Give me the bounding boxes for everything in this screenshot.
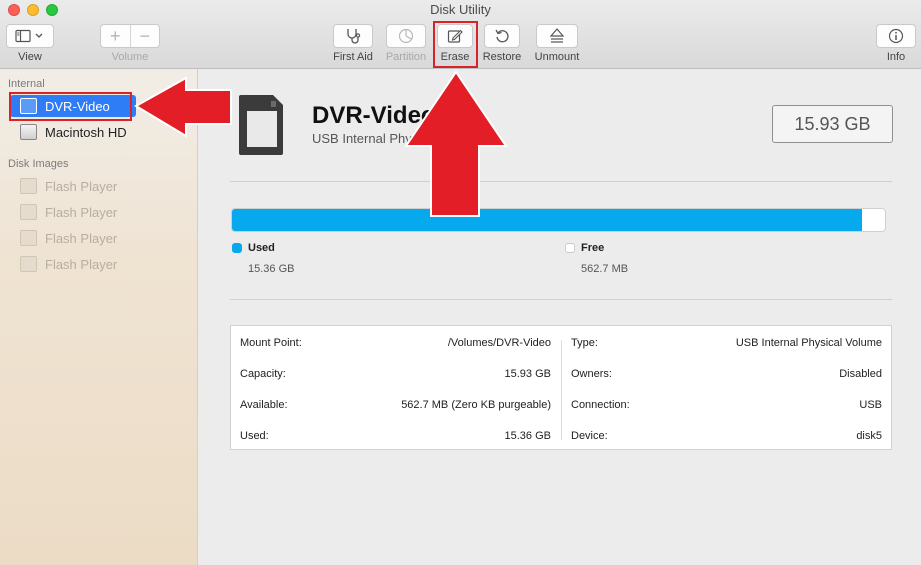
info-row-available: Available: 562.7 MB (Zero KB purgeable): [240, 398, 551, 411]
info-row-connection: Connection: USB: [571, 398, 882, 411]
disk-image-icon: [20, 256, 37, 272]
view-label: View: [18, 51, 42, 63]
stethoscope-icon: [347, 29, 361, 44]
disk-image-icon: [20, 178, 37, 194]
info-row-capacity: Capacity: 15.93 GB: [240, 367, 551, 380]
disk-image-icon: [20, 204, 37, 220]
info-label: Info: [886, 51, 906, 63]
restore-button[interactable]: [484, 24, 520, 48]
unmount-button[interactable]: [536, 24, 578, 48]
info-button[interactable]: [876, 24, 916, 48]
info-row-used: Used: 15.36 GB: [240, 429, 551, 442]
first-aid-button[interactable]: [333, 24, 373, 48]
sidebar-item-flash-player[interactable]: Flash Player: [10, 175, 196, 197]
volume-segmented-control: + −: [100, 24, 160, 48]
add-volume-button[interactable]: +: [101, 25, 130, 47]
partition-label: Partition: [385, 51, 427, 63]
partition-pie-icon: [398, 28, 414, 44]
divider: [230, 299, 892, 300]
partition-button[interactable]: [386, 24, 426, 48]
sidebar-item-label: Flash Player: [45, 178, 118, 194]
used-value: 15.36 GB: [248, 263, 295, 275]
sidebar-item-label: Macintosh HD: [45, 124, 127, 140]
unmount-label: Unmount: [534, 51, 580, 63]
erase-highlight-box: [433, 21, 478, 68]
sd-card-icon: [239, 95, 283, 155]
usage-bar-used-fill: [232, 209, 863, 231]
view-button[interactable]: [6, 24, 54, 48]
sidebar-item-flash-player[interactable]: Flash Player: [10, 201, 196, 223]
sidebar-section-disk-images: Disk Images: [8, 158, 69, 170]
restore-label: Restore: [482, 51, 522, 63]
sidebar: Internal DVR-Video Macintosh HD Disk Ima…: [0, 69, 198, 565]
divider: [230, 181, 892, 182]
sidebar-section-internal: Internal: [8, 78, 45, 90]
info-row-mount-point: Mount Point: /Volumes/DVR-Video: [240, 336, 551, 349]
first-aid-label: First Aid: [333, 51, 373, 63]
disk-info-table: Mount Point: /Volumes/DVR-Video Capacity…: [230, 325, 892, 450]
info-row-device: Device: disk5: [571, 429, 882, 442]
restore-icon: [495, 29, 509, 43]
sidebar-item-label: Flash Player: [45, 204, 118, 220]
disk-drive-icon: [20, 124, 37, 140]
left-pointing-arrow: [134, 76, 232, 138]
disk-image-icon: [20, 230, 37, 246]
sidebar-item-flash-player[interactable]: Flash Player: [10, 253, 196, 275]
column-divider: [561, 340, 562, 440]
free-legend-label: Free: [581, 242, 605, 254]
free-legend-dot: [565, 243, 575, 253]
info-icon: [888, 28, 904, 44]
up-pointing-arrow: [404, 70, 508, 217]
sidebar-icon: [15, 29, 43, 43]
remove-volume-button[interactable]: −: [131, 25, 160, 47]
disk-detail-panel: DVR-Video USB Internal Phy 15.93 GB Used…: [199, 69, 921, 565]
eject-icon: [550, 28, 564, 43]
used-legend-dot: [232, 243, 242, 253]
free-value: 562.7 MB: [581, 263, 629, 275]
selected-disk-highlight-box: [9, 92, 132, 121]
info-row-owners: Owners: Disabled: [571, 367, 882, 380]
info-row-type: Type: USB Internal Physical Volume: [571, 336, 882, 349]
sidebar-item-label: Flash Player: [45, 256, 118, 272]
used-legend-label: Used: [248, 242, 275, 254]
usage-bar: [231, 208, 886, 232]
sidebar-item-flash-player[interactable]: Flash Player: [10, 227, 196, 249]
volume-label: Volume: [111, 51, 149, 63]
window-title: Disk Utility: [430, 2, 491, 17]
sidebar-item-label: Flash Player: [45, 230, 118, 246]
disk-size-badge: 15.93 GB: [772, 105, 893, 143]
disk-subtitle: USB Internal Phy: [312, 131, 412, 146]
